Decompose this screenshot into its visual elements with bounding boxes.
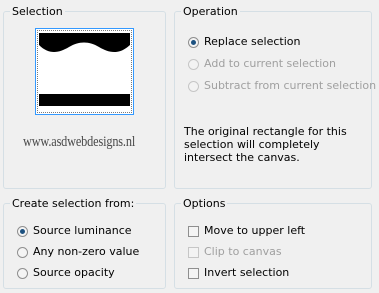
option-label: Source opacity bbox=[33, 266, 115, 279]
radio-indicator[interactable] bbox=[17, 246, 28, 258]
checkbox-box[interactable] bbox=[188, 267, 199, 279]
radio-indicator[interactable] bbox=[188, 58, 199, 70]
option-label: Move to upper left bbox=[204, 224, 306, 237]
options-group: Options Move to upper left Clip to canva… bbox=[174, 197, 372, 289]
selection-preview-thumbnail[interactable] bbox=[35, 28, 134, 115]
move-to-upper-left-checkbox[interactable]: Move to upper left bbox=[188, 224, 305, 238]
watermark-text: www.asdwebdesigns.nl bbox=[23, 134, 136, 150]
selection-group-title: Selection bbox=[10, 5, 65, 18]
option-label: Invert selection bbox=[204, 266, 290, 279]
selection-group: Selection www.asdwebdesigns.nl bbox=[3, 5, 166, 189]
checkbox-box[interactable] bbox=[188, 246, 199, 258]
checkbox-box[interactable] bbox=[188, 225, 199, 237]
any-non-zero-value-radio[interactable]: Any non-zero value bbox=[17, 245, 139, 259]
create-selection-from-group: Create selection from: Source luminance … bbox=[3, 197, 166, 289]
option-label: Clip to canvas bbox=[204, 245, 282, 258]
radio-indicator[interactable] bbox=[188, 36, 199, 48]
option-label: Source luminance bbox=[33, 224, 132, 237]
option-label: Replace selection bbox=[204, 35, 301, 48]
source-opacity-radio[interactable]: Source opacity bbox=[17, 266, 115, 280]
option-label: Subtract from current selection bbox=[204, 79, 377, 92]
source-luminance-radio[interactable]: Source luminance bbox=[17, 224, 132, 238]
options-group-title: Options bbox=[181, 197, 228, 210]
replace-selection-radio[interactable]: Replace selection bbox=[188, 35, 300, 49]
invert-selection-checkbox[interactable]: Invert selection bbox=[188, 266, 289, 280]
clip-to-canvas-checkbox[interactable]: Clip to canvas bbox=[188, 245, 282, 259]
operation-description: The original rectangle for this selectio… bbox=[184, 125, 347, 164]
create-group-title: Create selection from: bbox=[10, 197, 137, 210]
operation-group: Operation Replace selection Add to curre… bbox=[174, 5, 376, 189]
radio-indicator[interactable] bbox=[17, 267, 28, 279]
subtract-from-selection-radio[interactable]: Subtract from current selection bbox=[188, 79, 376, 93]
option-label: Add to current selection bbox=[204, 57, 336, 70]
operation-group-title: Operation bbox=[181, 5, 240, 18]
radio-indicator[interactable] bbox=[17, 225, 28, 237]
option-label: Any non-zero value bbox=[33, 245, 140, 258]
radio-indicator[interactable] bbox=[188, 80, 199, 92]
add-to-selection-radio[interactable]: Add to current selection bbox=[188, 57, 336, 71]
selection-preview-image bbox=[39, 33, 130, 110]
